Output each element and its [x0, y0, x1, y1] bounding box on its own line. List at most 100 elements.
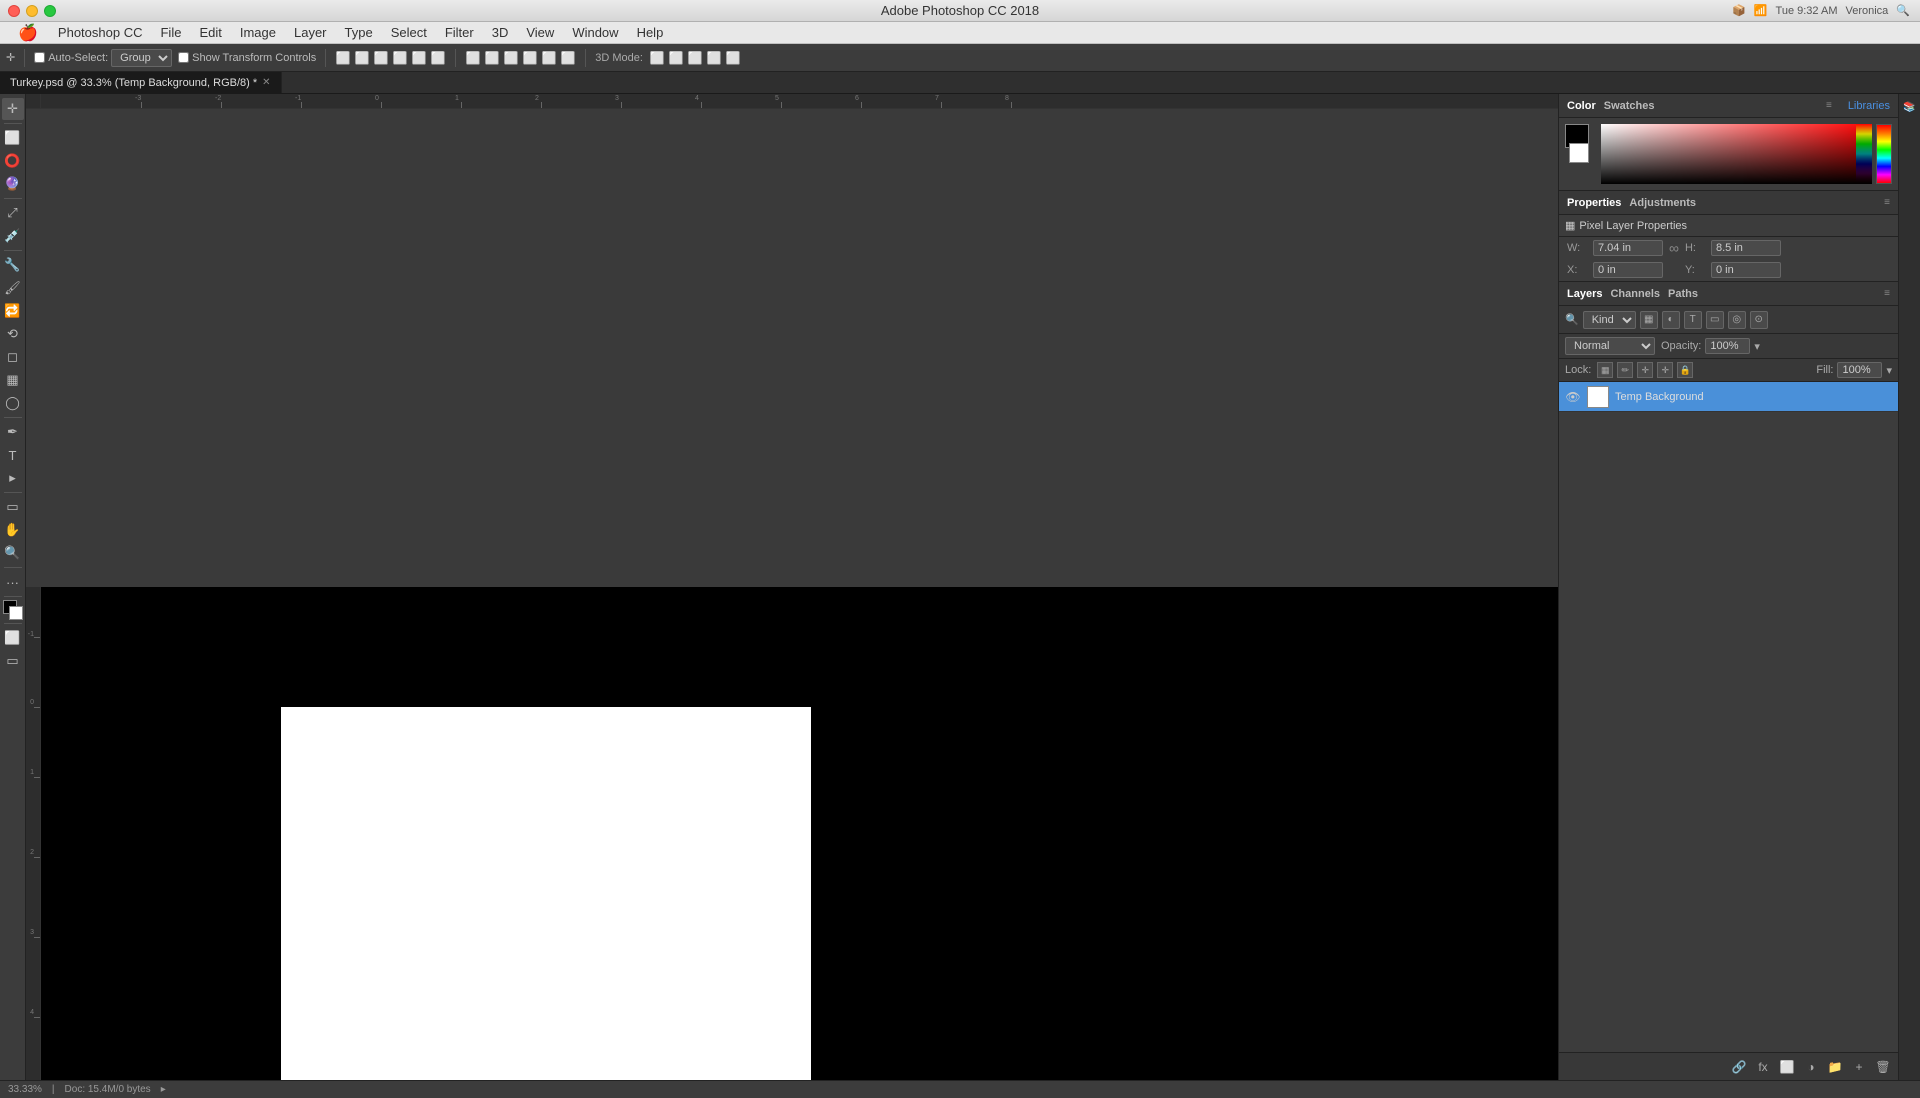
minimize-button[interactable] — [26, 5, 38, 17]
menu-filter[interactable]: Filter — [437, 23, 482, 42]
distrib-left-icon[interactable]: ⬜ — [465, 50, 481, 66]
color-panel-menu[interactable]: ≡ — [1826, 100, 1832, 111]
marquee-tool[interactable]: ⬜ — [2, 127, 24, 149]
delete-layer-btn[interactable]: 🗑 — [1874, 1058, 1892, 1076]
opacity-dropdown-icon[interactable]: ▾ — [1754, 340, 1760, 353]
align-left-icon[interactable]: ⬜ — [335, 50, 351, 66]
w-input[interactable] — [1593, 240, 1663, 256]
align-bottom-icon[interactable]: ⬜ — [430, 50, 446, 66]
menu-layer[interactable]: Layer — [286, 23, 335, 42]
new-layer-btn[interactable]: + — [1850, 1058, 1868, 1076]
distrib-h-icon[interactable]: ⬜ — [484, 50, 500, 66]
3d-rotate-icon[interactable]: ⬜ — [649, 50, 665, 66]
color-spectrum[interactable] — [1601, 124, 1872, 184]
menu-view[interactable]: View — [518, 23, 562, 42]
maximize-button[interactable] — [44, 5, 56, 17]
filter-pixel-btn[interactable]: ▦ — [1640, 311, 1658, 329]
screen-mode[interactable]: ▭ — [2, 650, 24, 672]
clone-tool[interactable]: 🔁 — [2, 300, 24, 322]
align-top-icon[interactable]: ⬜ — [392, 50, 408, 66]
status-arrow[interactable]: ▸ — [161, 1084, 166, 1095]
tab-close-button[interactable]: ✕ — [262, 77, 270, 88]
3d-pan-icon[interactable]: ⬜ — [687, 50, 703, 66]
zoom-tool[interactable]: 🔍 — [2, 542, 24, 564]
layers-tab[interactable]: Layers — [1567, 288, 1602, 300]
libraries-panel-icon[interactable]: 📚 — [1901, 98, 1919, 116]
channels-tab[interactable]: Channels — [1610, 288, 1660, 300]
pen-tool[interactable]: ✒ — [2, 421, 24, 443]
lock-all-btn[interactable]: 🔒 — [1677, 362, 1693, 378]
menu-photoshop[interactable]: Photoshop CC — [50, 23, 151, 42]
canvas-area[interactable] — [41, 587, 1558, 1080]
add-style-btn[interactable]: fx — [1754, 1058, 1772, 1076]
swatches-tab[interactable]: Swatches — [1604, 100, 1655, 112]
menu-file[interactable]: File — [152, 23, 189, 42]
path-select-tool[interactable]: ▸ — [2, 467, 24, 489]
eraser-tool[interactable]: ◻ — [2, 346, 24, 368]
filter-toggle-btn[interactable]: ⊙ — [1750, 311, 1768, 329]
color-gradient-field[interactable] — [1601, 124, 1872, 184]
hue-slider[interactable] — [1856, 124, 1872, 184]
align-center-h-icon[interactable]: ⬜ — [354, 50, 370, 66]
filter-shape-btn[interactable]: ▭ — [1706, 311, 1724, 329]
menu-edit[interactable]: Edit — [191, 23, 229, 42]
crop-tool[interactable]: ⤢ — [2, 202, 24, 224]
menu-window[interactable]: Window — [564, 23, 626, 42]
align-right-icon[interactable]: ⬜ — [373, 50, 389, 66]
add-mask-btn[interactable]: ⬜ — [1778, 1058, 1796, 1076]
3d-slide-icon[interactable]: ⬜ — [706, 50, 722, 66]
opacity-input[interactable] — [1705, 338, 1750, 354]
lock-paint-btn[interactable]: ✏ — [1617, 362, 1633, 378]
dodge-tool[interactable]: ◯ — [2, 392, 24, 414]
quick-select-tool[interactable]: 🔮 — [2, 173, 24, 195]
gradient-tool[interactable]: ▦ — [2, 369, 24, 391]
fill-input[interactable] — [1837, 362, 1882, 378]
apple-menu[interactable]: 🍎 — [8, 23, 48, 43]
3d-roll-icon[interactable]: ⬜ — [668, 50, 684, 66]
x-input[interactable] — [1593, 262, 1663, 278]
quick-mask-tool[interactable]: ⬜ — [2, 627, 24, 649]
extra-tools[interactable]: ··· — [2, 571, 24, 593]
lasso-tool[interactable]: ⭕ — [2, 150, 24, 172]
color-tab[interactable]: Color — [1567, 100, 1596, 112]
filter-adj-btn[interactable]: ◐ — [1662, 311, 1680, 329]
distrib-v-icon[interactable]: ⬜ — [541, 50, 557, 66]
history-tool[interactable]: ⟲ — [2, 323, 24, 345]
lock-transparent-btn[interactable]: ▦ — [1597, 362, 1613, 378]
shape-tool[interactable]: ▭ — [2, 496, 24, 518]
auto-select-checkbox[interactable] — [34, 52, 45, 63]
hand-tool[interactable]: ✋ — [2, 519, 24, 541]
spot-heal-tool[interactable]: 🔧 — [2, 254, 24, 276]
layers-panel-menu[interactable]: ≡ — [1884, 288, 1890, 299]
properties-panel-menu[interactable]: ≡ — [1884, 197, 1890, 208]
menu-type[interactable]: Type — [337, 23, 381, 42]
filter-text-btn[interactable]: T — [1684, 311, 1702, 329]
lock-artboard-btn[interactable]: ✛ — [1637, 362, 1653, 378]
distrib-right-icon[interactable]: ⬜ — [503, 50, 519, 66]
document-canvas[interactable] — [281, 707, 811, 1080]
libraries-button[interactable]: Libraries — [1848, 100, 1890, 112]
filter-smart-btn[interactable]: ◎ — [1728, 311, 1746, 329]
lock-position-btn[interactable]: ✛ — [1657, 362, 1673, 378]
layer-visibility-toggle[interactable]: 👁 — [1565, 389, 1581, 405]
menu-help[interactable]: Help — [629, 23, 672, 42]
search-icon[interactable]: 🔍 — [1896, 4, 1910, 17]
menu-select[interactable]: Select — [383, 23, 435, 42]
text-tool[interactable]: T — [2, 444, 24, 466]
properties-tab[interactable]: Properties — [1567, 197, 1621, 209]
align-middle-icon[interactable]: ⬜ — [411, 50, 427, 66]
color-picker[interactable] — [3, 600, 23, 620]
layer-filter-dropdown[interactable]: Kind — [1583, 311, 1636, 329]
brush-tool[interactable]: 🖌 — [2, 277, 24, 299]
close-button[interactable] — [8, 5, 20, 17]
spectrum-bar[interactable] — [1876, 124, 1892, 184]
new-adjustment-btn[interactable]: ◑ — [1802, 1058, 1820, 1076]
menu-3d[interactable]: 3D — [484, 23, 517, 42]
distrib-top-icon[interactable]: ⬜ — [522, 50, 538, 66]
link-icon[interactable]: ∞ — [1669, 240, 1679, 256]
menu-image[interactable]: Image — [232, 23, 284, 42]
document-tab[interactable]: Turkey.psd @ 33.3% (Temp Background, RGB… — [0, 72, 282, 93]
adjustments-tab[interactable]: Adjustments — [1629, 197, 1696, 209]
new-group-btn[interactable]: 📁 — [1826, 1058, 1844, 1076]
fill-dropdown-icon[interactable]: ▾ — [1886, 364, 1892, 377]
